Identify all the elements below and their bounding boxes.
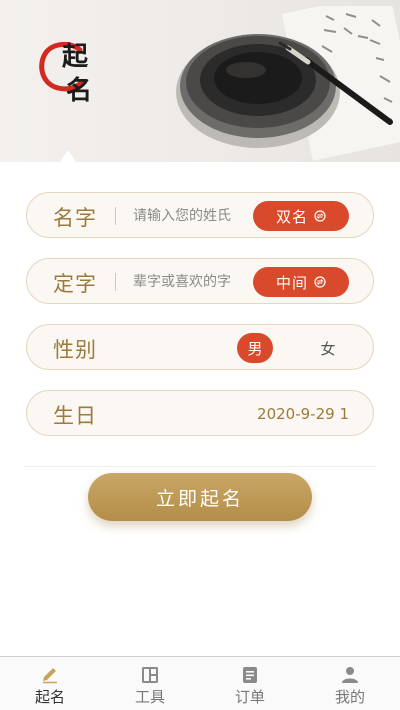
name-mode-button[interactable]: 双名 bbox=[253, 201, 349, 231]
header-banner: 起 名 bbox=[0, 0, 400, 162]
grid-icon bbox=[142, 667, 158, 683]
gender-label: 性别 bbox=[53, 338, 97, 362]
tab-label: 起名 bbox=[34, 688, 65, 706]
tab-tools[interactable]: 工具 bbox=[100, 657, 200, 710]
tab-orders[interactable]: 订单 bbox=[200, 657, 300, 710]
logo-char-1: 起 bbox=[62, 42, 89, 72]
generate-names-button[interactable]: 立即起名 bbox=[88, 473, 312, 521]
name-mode-label: 双名 bbox=[275, 207, 308, 226]
logo-char-2: 名 bbox=[66, 76, 93, 106]
char-position-label: 中间 bbox=[275, 273, 308, 292]
name-label: 名字 bbox=[53, 206, 97, 230]
gender-male-option[interactable]: 男 bbox=[237, 333, 273, 363]
char-position-button[interactable]: 中间 bbox=[253, 267, 349, 297]
divider bbox=[115, 207, 116, 225]
order-icon bbox=[243, 667, 257, 683]
surname-input[interactable] bbox=[133, 205, 251, 227]
divider bbox=[115, 273, 116, 291]
name-field: 名字 双名 bbox=[26, 192, 374, 238]
tab-label: 我的 bbox=[334, 688, 365, 706]
birthday-value[interactable]: 2020-9-29 1 bbox=[257, 405, 349, 423]
pen-icon bbox=[43, 668, 57, 684]
tab-label: 工具 bbox=[134, 688, 165, 706]
birthday-field[interactable]: 生日 2020-9-29 1 bbox=[26, 390, 374, 436]
fixed-char-input[interactable] bbox=[133, 271, 251, 293]
gender-female-option[interactable]: 女 bbox=[311, 335, 345, 361]
inkstone-illustration bbox=[176, 6, 400, 161]
gender-field: 性别 男 女 bbox=[26, 324, 374, 370]
banner-pointer bbox=[60, 150, 76, 162]
swap-icon bbox=[314, 210, 326, 222]
bottom-nav: 起名 工具 订单 我的 bbox=[0, 656, 400, 710]
birthday-label: 生日 bbox=[53, 404, 97, 428]
user-icon bbox=[342, 667, 358, 683]
fixed-char-label: 定字 bbox=[53, 272, 97, 296]
divider bbox=[24, 466, 376, 467]
app-logo: 起 名 bbox=[36, 34, 108, 114]
tab-naming[interactable]: 起名 bbox=[0, 657, 100, 710]
tab-profile[interactable]: 我的 bbox=[300, 657, 400, 710]
fixed-char-field: 定字 中间 bbox=[26, 258, 374, 304]
swap-icon bbox=[314, 276, 326, 288]
tab-label: 订单 bbox=[234, 688, 265, 706]
